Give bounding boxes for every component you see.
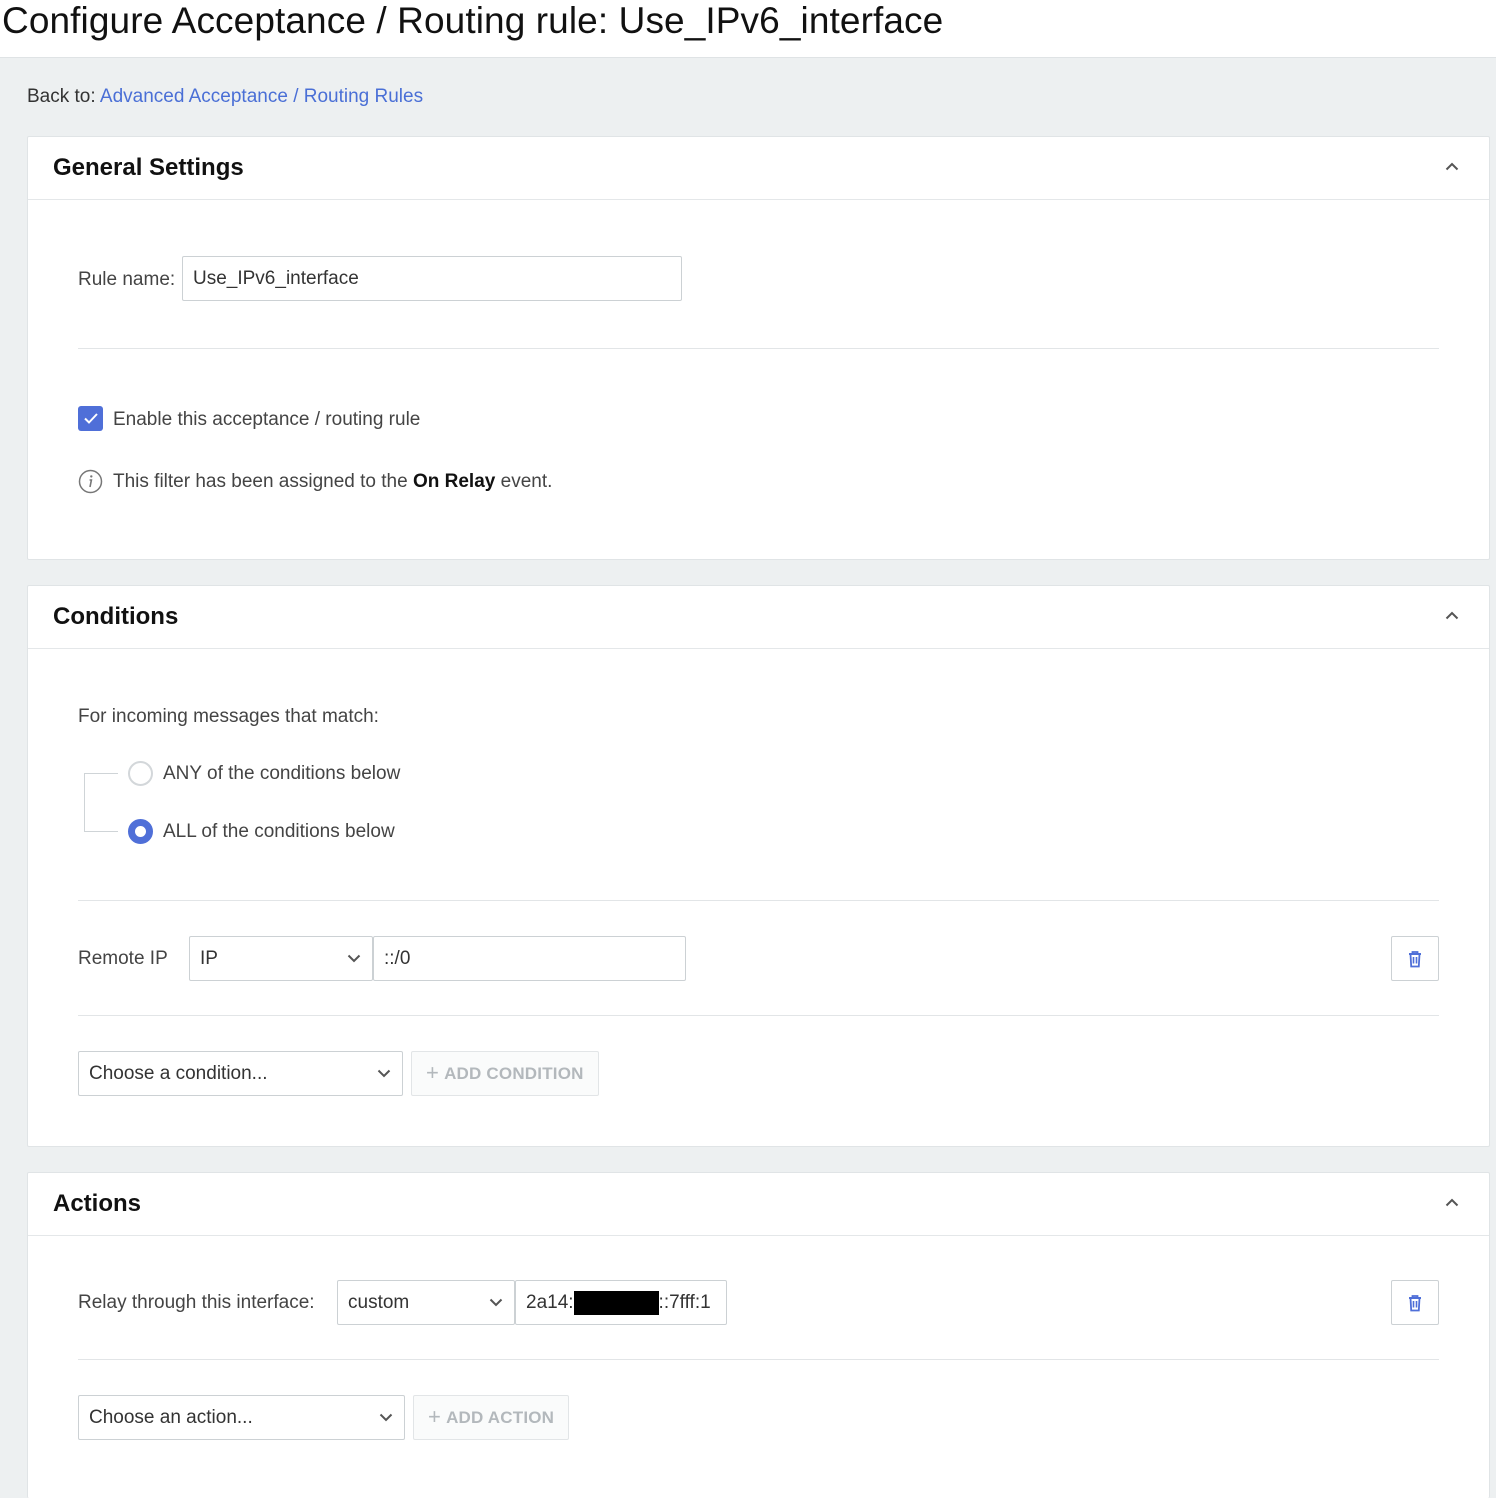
back-link[interactable]: Advanced Acceptance / Routing Rules bbox=[100, 86, 423, 107]
add-action-button[interactable]: + ADD ACTION bbox=[413, 1395, 570, 1440]
match-any-radio[interactable] bbox=[128, 761, 153, 786]
event-name: On Relay bbox=[412, 471, 496, 492]
choose-action-select[interactable]: Choose an action... bbox=[78, 1395, 405, 1440]
match-label: For incoming messages that match: bbox=[78, 706, 379, 727]
rule-name-input[interactable]: Use_IPv6_interface bbox=[182, 256, 682, 301]
chevron-up-icon[interactable] bbox=[1441, 604, 1463, 626]
event-info-text: This filter has been assigned to the On … bbox=[113, 471, 553, 492]
general-settings-title: General Settings bbox=[53, 154, 244, 181]
check-icon bbox=[83, 413, 98, 424]
general-settings-card: General Settings Rule name: Use_IPv6_int… bbox=[27, 136, 1490, 560]
delete-condition-button[interactable] bbox=[1391, 936, 1439, 981]
remote-ip-label: Remote IP bbox=[78, 948, 168, 969]
relay-interface-type-select[interactable]: custom bbox=[337, 1280, 515, 1325]
redacted-block bbox=[573, 1290, 659, 1315]
page-title: Configure Acceptance / Routing rule: Use… bbox=[2, 0, 944, 41]
trash-icon bbox=[1409, 950, 1421, 967]
conditions-header[interactable]: Conditions bbox=[28, 586, 1489, 649]
match-all-label[interactable]: ALL of the conditions below bbox=[163, 821, 395, 843]
enable-rule-checkbox[interactable] bbox=[78, 406, 103, 431]
actions-title: Actions bbox=[53, 1190, 142, 1217]
chevron-up-icon[interactable] bbox=[1441, 155, 1463, 177]
chevron-up-icon[interactable] bbox=[1441, 1191, 1463, 1213]
add-condition-button[interactable]: + ADD CONDITION bbox=[411, 1051, 599, 1096]
remote-ip-input[interactable]: ::/0 bbox=[373, 936, 686, 981]
divider bbox=[78, 900, 1439, 901]
chevron-down-icon bbox=[488, 1295, 504, 1311]
divider bbox=[78, 1359, 1439, 1360]
chevron-down-icon bbox=[378, 1410, 394, 1426]
general-settings-header[interactable]: General Settings bbox=[28, 137, 1489, 200]
delete-action-button[interactable] bbox=[1391, 1280, 1439, 1325]
page-header: Configure Acceptance / Routing rule: Use… bbox=[0, 0, 1496, 58]
divider bbox=[78, 1015, 1439, 1016]
info-icon bbox=[78, 469, 103, 494]
relay-interface-label: Relay through this interface: bbox=[78, 1292, 315, 1313]
actions-card: Actions Relay through this interface: cu… bbox=[27, 1172, 1490, 1498]
divider bbox=[78, 348, 1439, 349]
match-all-radio[interactable] bbox=[128, 819, 153, 844]
relay-interface-address-input[interactable]: 2a14:::7fff:1 bbox=[515, 1280, 727, 1325]
enable-rule-label[interactable]: Enable this acceptance / routing rule bbox=[113, 409, 420, 431]
radio-bracket bbox=[84, 773, 118, 832]
trash-icon bbox=[1409, 1294, 1421, 1311]
chevron-down-icon bbox=[376, 1066, 392, 1082]
back-prefix: Back to: bbox=[27, 86, 96, 107]
breadcrumb: Back to: Advanced Acceptance / Routing R… bbox=[27, 86, 423, 108]
choose-condition-select[interactable]: Choose a condition... bbox=[78, 1051, 403, 1096]
remote-ip-type-select[interactable]: IP bbox=[189, 936, 373, 981]
chevron-down-icon bbox=[346, 951, 362, 967]
plus-icon: + bbox=[428, 1403, 442, 1429]
conditions-card: Conditions For incoming messages that ma… bbox=[27, 585, 1490, 1147]
plus-icon: + bbox=[426, 1059, 440, 1085]
actions-header[interactable]: Actions bbox=[28, 1173, 1489, 1236]
conditions-title: Conditions bbox=[53, 603, 179, 630]
rule-name-label: Rule name: bbox=[78, 269, 176, 290]
match-any-label[interactable]: ANY of the conditions below bbox=[163, 763, 400, 785]
